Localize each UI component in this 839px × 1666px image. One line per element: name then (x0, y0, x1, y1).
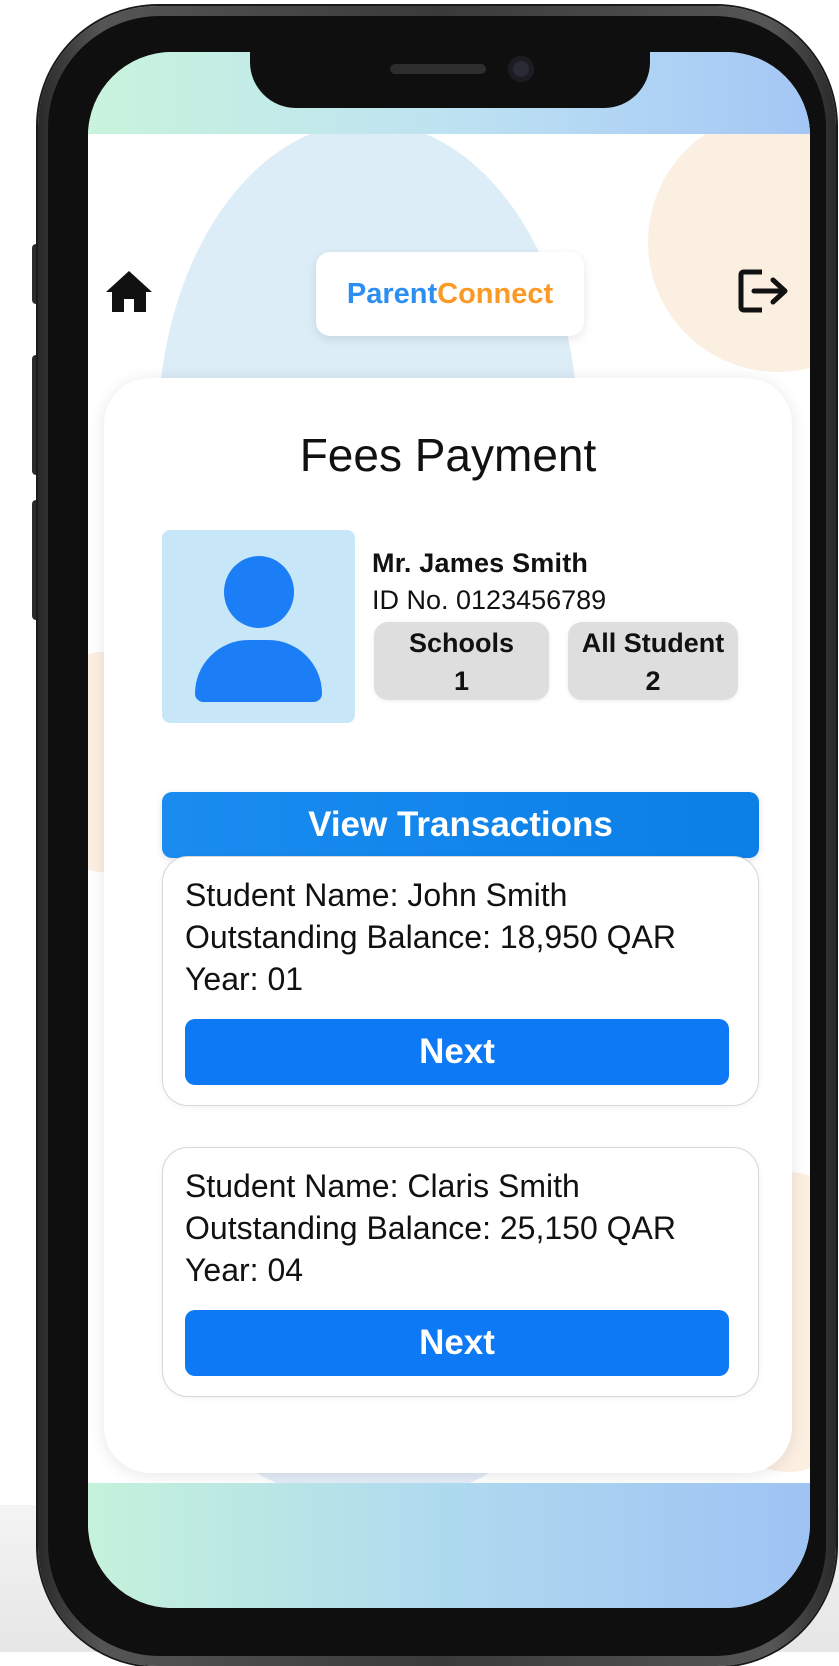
avatar (162, 530, 355, 723)
next-button[interactable]: Next (185, 1019, 729, 1085)
schools-count-badge: Schools 1 (374, 622, 549, 700)
outstanding-balance: Outstanding Balance: 18,950 QAR (185, 919, 676, 955)
next-button[interactable]: Next (185, 1310, 729, 1376)
parent-id: ID No. 0123456789 (372, 585, 607, 615)
all-students-value: 2 (645, 666, 661, 696)
schools-value: 1 (453, 666, 470, 696)
speaker-grille (390, 64, 486, 74)
user-icon-body (195, 640, 322, 702)
front-camera (508, 56, 534, 82)
view-transactions-button[interactable]: View Transactions (162, 792, 759, 858)
background-blob (648, 112, 810, 372)
all-students-count-badge: All Student 2 (568, 622, 738, 700)
schools-label: Schools (408, 628, 515, 658)
student-card: Student Name: John Smith Outstanding Bal… (162, 856, 759, 1106)
phone-screen: Parent Connect Fees Payment Mr. James Smi… (88, 52, 810, 1608)
student-year: Year: 04 (185, 1252, 304, 1288)
home-indicator-area (88, 1483, 810, 1608)
student-year: Year: 01 (185, 961, 304, 997)
home-icon[interactable] (104, 268, 154, 314)
logo-text-connect: Connect (437, 277, 554, 310)
user-icon-head (224, 556, 294, 628)
student-card: Student Name: Claris Smith Outstanding B… (162, 1147, 759, 1397)
logout-icon[interactable] (738, 268, 790, 314)
student-name: Student Name: Claris Smith (185, 1168, 580, 1204)
app-logo: Parent Connect (316, 252, 584, 336)
notch (250, 52, 650, 108)
logo-text-parent: Parent (346, 277, 438, 310)
all-students-label: All Student (581, 628, 725, 658)
student-name: Student Name: John Smith (185, 877, 568, 913)
fees-payment-card: Fees Payment Mr. James Smith ID No. 0123… (104, 378, 792, 1473)
page-title: Fees Payment (299, 429, 597, 481)
parent-name: Mr. James Smith (372, 548, 589, 578)
outstanding-balance: Outstanding Balance: 25,150 QAR (185, 1210, 676, 1246)
